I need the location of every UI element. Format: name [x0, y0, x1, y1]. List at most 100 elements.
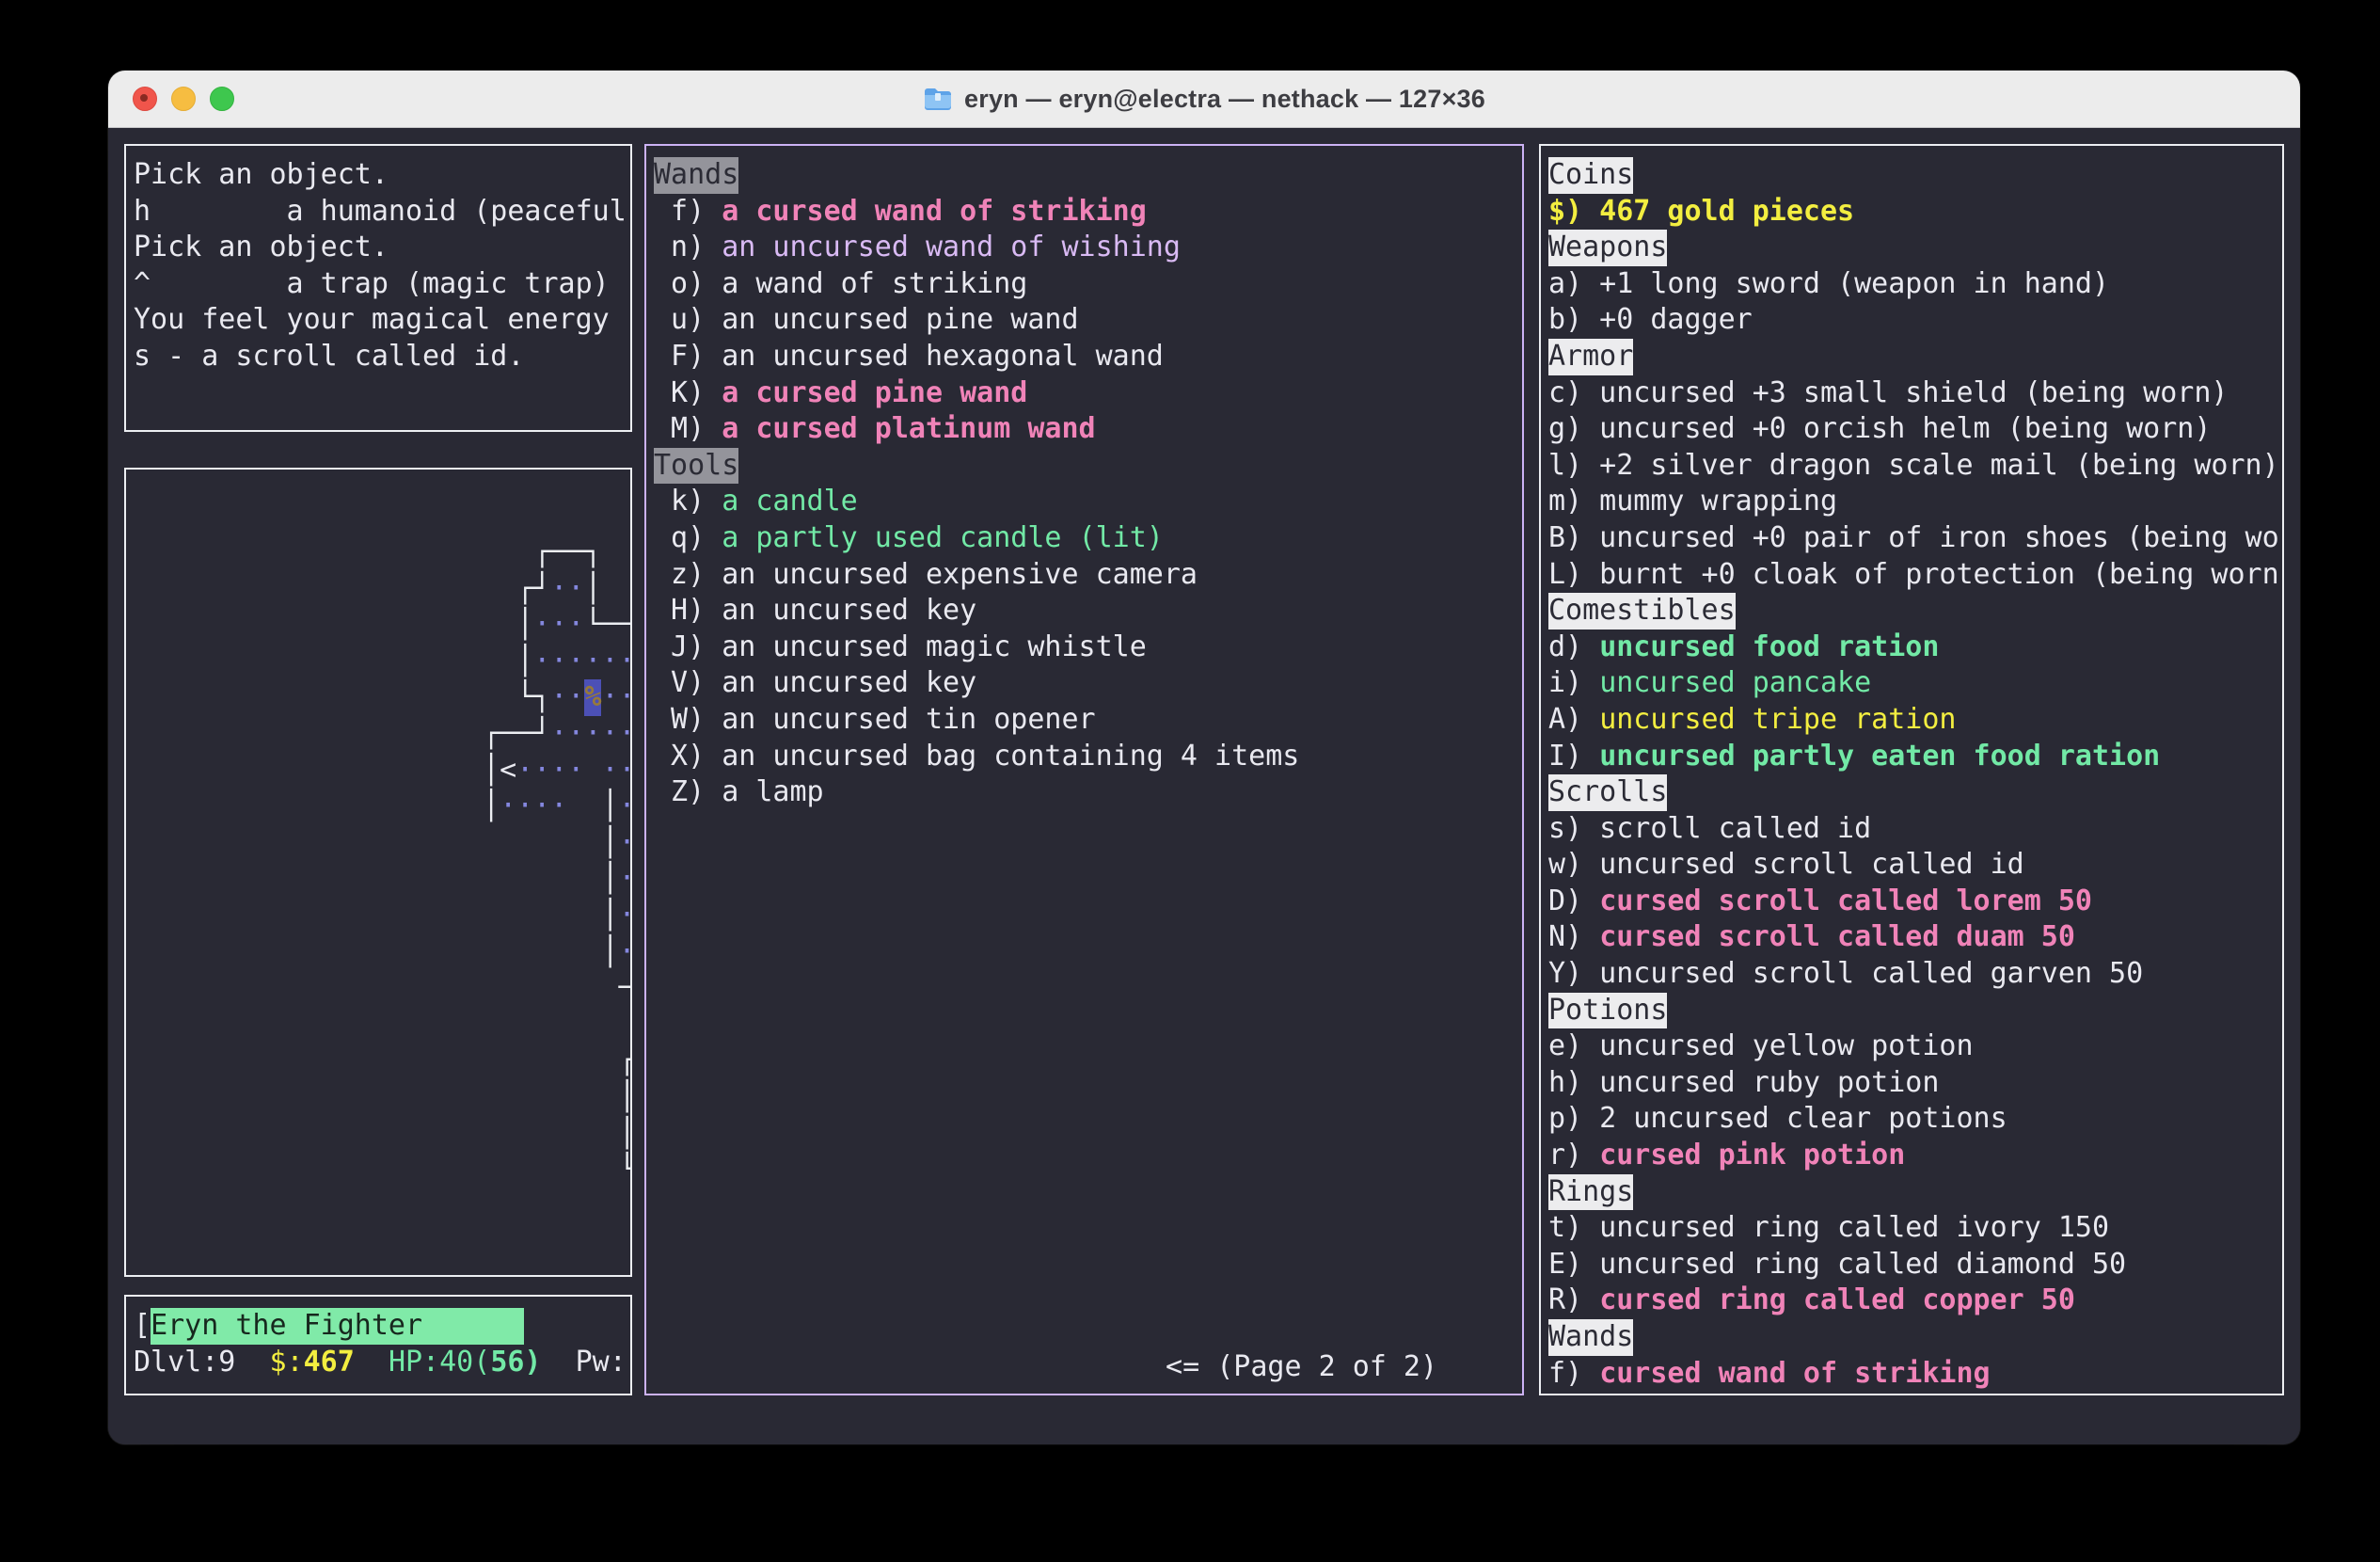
- terminal-line: g) uncursed +0 orcish helm (being worn): [1548, 411, 2275, 448]
- text-segment: Eryn the Fighter: [151, 1308, 524, 1345]
- terminal-line: I) uncursed partly eaten food ration: [1548, 739, 2275, 775]
- text-segment: c) uncursed +3 small shield (being worn): [1548, 375, 2228, 412]
- text-segment: │: [516, 607, 533, 644]
- terminal-line: V) an uncursed key: [654, 665, 1515, 702]
- text-segment: q): [654, 520, 722, 557]
- text-segment: [483, 607, 516, 644]
- text-segment: $) 467 gold pieces: [1548, 194, 1854, 231]
- text-segment: E) uncursed ring called diamond 50: [1548, 1247, 2126, 1283]
- minimize-button[interactable]: [171, 87, 196, 111]
- terminal-line: t) uncursed ring called ivory 150: [1548, 1210, 2275, 1247]
- text-segment: Comestibles: [1548, 593, 1736, 630]
- text-segment: └┐: [516, 679, 550, 716]
- terminal-line: [Eryn the Fighter: [134, 1308, 623, 1345]
- text-segment: a cursed pine wand: [722, 375, 1027, 412]
- text-segment: a candle: [722, 484, 858, 520]
- text-segment: d): [1548, 630, 1599, 666]
- text-segment: ·: [619, 789, 633, 825]
- terminal-line: │<···· ··: [483, 753, 632, 789]
- text-segment: [483, 861, 601, 898]
- text-segment: [483, 1152, 619, 1188]
- menu-lines: Wands f) a cursed wand of striking n) an…: [646, 146, 1522, 811]
- titlebar[interactable]: eryn — eryn@electra — nethack — 127×36: [108, 71, 2300, 128]
- text-segment: V) an uncursed key: [654, 665, 976, 702]
- text-segment: h) uncursed ruby potion: [1548, 1065, 1939, 1102]
- terminal-line: A) uncursed tripe ration: [1548, 702, 2275, 739]
- message-panel: Pick an object.h a humanoid (peacefulPic…: [124, 144, 632, 432]
- text-segment: Tools: [654, 448, 738, 485]
- text-segment: [483, 679, 516, 716]
- text-segment: [355, 1345, 389, 1381]
- text-segment: [483, 1007, 500, 1044]
- terminal-line: Dlvl:9 $:467 HP:40(56) Pw:: [134, 1345, 623, 1381]
- text-segment: f): [654, 194, 722, 231]
- text-segment: Wands: [1548, 1319, 1633, 1356]
- terminal-line: s) scroll called id: [1548, 811, 2275, 848]
- title-area: eryn — eryn@electra — nethack — 127×36: [923, 85, 1485, 114]
- text-segment: ─: [619, 970, 633, 1007]
- terminal-line: Scrolls: [1548, 774, 2275, 811]
- terminal-line: └┐··%··: [483, 679, 632, 716]
- terminal-line: ┌┘··│: [483, 571, 632, 608]
- text-segment: b) +0 dagger: [1548, 302, 1753, 339]
- terminal-line: │···└──: [483, 607, 632, 644]
- terminal-line: h a humanoid (peaceful: [134, 194, 623, 231]
- terminal-line: ┌─: [483, 1043, 632, 1079]
- text-segment: ··: [601, 679, 632, 716]
- text-segment: g) uncursed +0 orcish helm (being worn): [1548, 411, 2211, 448]
- message-lines: Pick an object.h a humanoid (peacefulPic…: [126, 146, 630, 375]
- text-segment: Weapons: [1548, 230, 1667, 266]
- terminal-line: M) a cursed platinum wand: [654, 411, 1515, 448]
- text-segment: ┌─: [619, 1043, 633, 1079]
- text-segment: ┌──┘: [483, 716, 550, 753]
- text-segment: W) an uncursed tin opener: [654, 702, 1096, 739]
- text-segment: Pick an object.: [134, 230, 389, 266]
- text-segment: A): [1548, 702, 1599, 739]
- terminal-line: p) 2 uncursed clear potions: [1548, 1101, 2275, 1138]
- text-segment: [483, 1079, 619, 1116]
- terminal-line: ┌──┘·····: [483, 716, 632, 753]
- terminal-line: Coins: [1548, 157, 2275, 194]
- text-segment: ··: [550, 571, 584, 608]
- text-segment: ······: [533, 644, 632, 680]
- text-segment: K): [654, 375, 722, 412]
- folder-icon: [923, 87, 953, 112]
- terminal-line: N) cursed scroll called duam 50: [1548, 919, 2275, 956]
- terminal-line: F) an uncursed hexagonal wand: [654, 339, 1515, 375]
- text-segment: │: [601, 898, 618, 934]
- desktop-background: eryn — eryn@electra — nethack — 127×36 P…: [0, 0, 2380, 1562]
- terminal-line: L) burnt +0 cloak of protection (being w…: [1548, 557, 2275, 594]
- text-segment: ┌──┐: [533, 534, 601, 571]
- text-segment: J) an uncursed magic whistle: [654, 630, 1147, 666]
- terminal-line: R) cursed ring called copper 50: [1548, 1283, 2275, 1319]
- text-segment: D): [1548, 884, 1599, 920]
- terminal-content[interactable]: Pick an object.h a humanoid (peacefulPic…: [108, 128, 2300, 1444]
- terminal-line: o) a wand of striking: [654, 266, 1515, 303]
- text-segment: ··: [550, 679, 584, 716]
- text-segment: [483, 644, 516, 680]
- text-segment: └─: [619, 1152, 633, 1188]
- terminal-line: z) an uncursed expensive camera: [654, 557, 1515, 594]
- terminal-line: Comestibles: [1548, 593, 2275, 630]
- text-segment: N): [1548, 919, 1599, 956]
- terminal-line: Pick an object.: [134, 230, 623, 266]
- dungeon-map: ┌──┐ ┌┘··│ │···└── │······ └┐··%··┌──┘··…: [483, 534, 632, 1188]
- close-button[interactable]: [133, 87, 157, 111]
- terminal-line: Rings: [1548, 1174, 2275, 1211]
- terminal-line: │·: [483, 825, 632, 862]
- text-segment: [483, 1043, 619, 1079]
- text-segment: │: [601, 825, 618, 862]
- text-segment: uncursed partly eaten food ration: [1599, 739, 2160, 775]
- terminal-line: K) a cursed pine wand: [654, 375, 1515, 412]
- text-segment: i): [1548, 665, 1599, 702]
- text-segment: F) an uncursed hexagonal wand: [654, 339, 1164, 375]
- fullscreen-button[interactable]: [210, 87, 234, 111]
- text-segment: e) uncursed yellow potion: [1548, 1028, 1974, 1065]
- text-segment: 56): [490, 1345, 541, 1381]
- text-segment: cursed scroll called lorem 50: [1599, 884, 2092, 920]
- text-segment: Pw:: [542, 1345, 627, 1381]
- text-segment: n): [654, 230, 722, 266]
- terminal-window: eryn — eryn@electra — nethack — 127×36 P…: [108, 71, 2300, 1444]
- terminal-line: │: [483, 1079, 632, 1116]
- text-segment: R): [1548, 1283, 1599, 1319]
